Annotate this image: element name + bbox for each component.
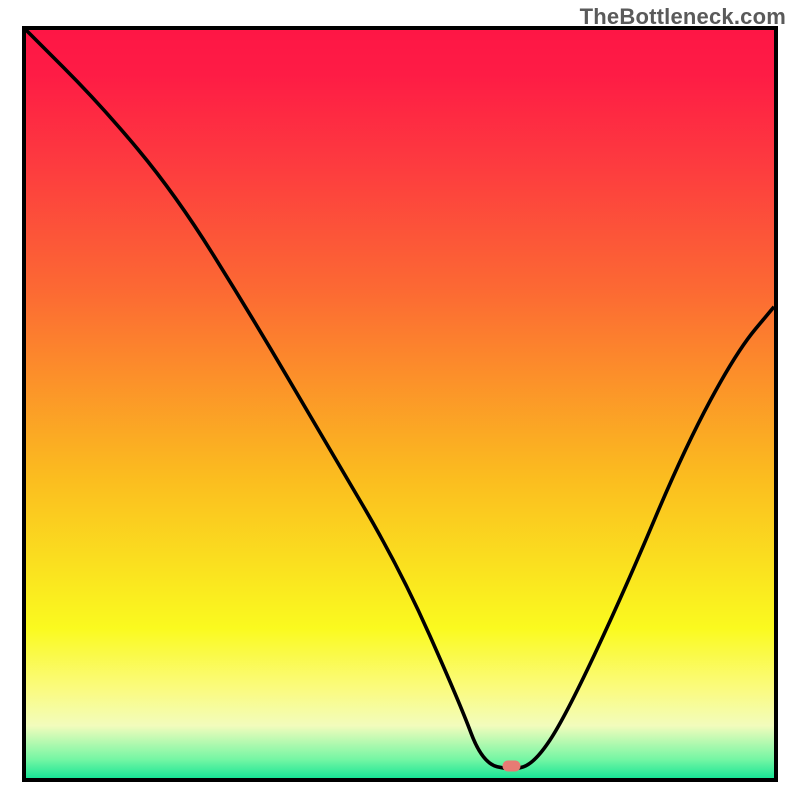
bottleneck-curve (26, 30, 774, 778)
optimum-marker (503, 761, 521, 772)
curve-line (26, 30, 774, 769)
chart-frame: TheBottleneck.com (0, 0, 800, 800)
plot-area (22, 26, 778, 782)
